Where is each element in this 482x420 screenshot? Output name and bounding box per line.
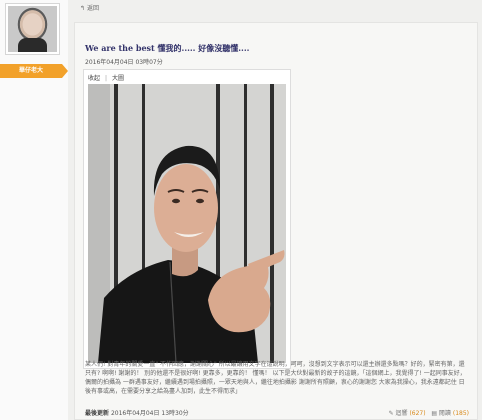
post-stats: ✎ 迴響 (627) ▤ 閱讀 (185) xyxy=(389,408,469,417)
back-link[interactable]: ↰ 返回 xyxy=(80,3,99,12)
comments-count[interactable]: (627) xyxy=(409,410,425,417)
photo-toolbar: 收起 | 大圖 xyxy=(88,73,124,82)
large-photo-link[interactable]: 大圖 xyxy=(112,75,124,82)
photo-illustration xyxy=(88,84,286,363)
post-body-text: 某人們! 對青年的關愛一直" 不作回應，謝謝關心" 所以最讓用文字在這說明，呵呵… xyxy=(85,361,466,395)
post-photo[interactable] xyxy=(88,84,286,363)
collapse-photo-link[interactable]: 收起 xyxy=(88,75,100,82)
post-footer: 最後更新 2016年04月04日 13時30分 ✎ 迴響 (627) ▤ 閱讀 … xyxy=(85,408,469,417)
read-icon: ▤ xyxy=(431,410,437,417)
comments-link[interactable]: 迴響 xyxy=(396,410,408,417)
post-date: 2016年04月04日 03時07分 xyxy=(85,59,163,66)
profile-name-tag[interactable]: 華仔老大 xyxy=(0,64,68,78)
last-updated-value: 2016年04月04日 13時30分 xyxy=(110,410,189,417)
avatar-image xyxy=(8,6,57,52)
main-content: ↰ 返回 We are the best 懂我的..... 好像沒聽懂.... … xyxy=(74,0,480,420)
blog-post: We are the best 懂我的..... 好像沒聽懂.... 2016年… xyxy=(74,22,478,420)
comment-icon: ✎ xyxy=(388,410,394,417)
views-link: 閱讀 xyxy=(438,410,451,417)
photo-card: 收起 | 大圖 xyxy=(83,69,291,369)
toolbar-divider: | xyxy=(105,75,108,82)
views-count: (185) xyxy=(452,410,469,417)
last-updated-label: 最後更新 xyxy=(85,410,110,417)
post-title: We are the best 懂我的..... 好像沒聽懂.... xyxy=(85,43,250,53)
profile-avatar[interactable] xyxy=(5,3,60,55)
return-arrow-icon: ↰ xyxy=(80,5,86,12)
back-link-label: 返回 xyxy=(86,5,99,12)
sidebar: 華仔老大 xyxy=(0,0,68,420)
